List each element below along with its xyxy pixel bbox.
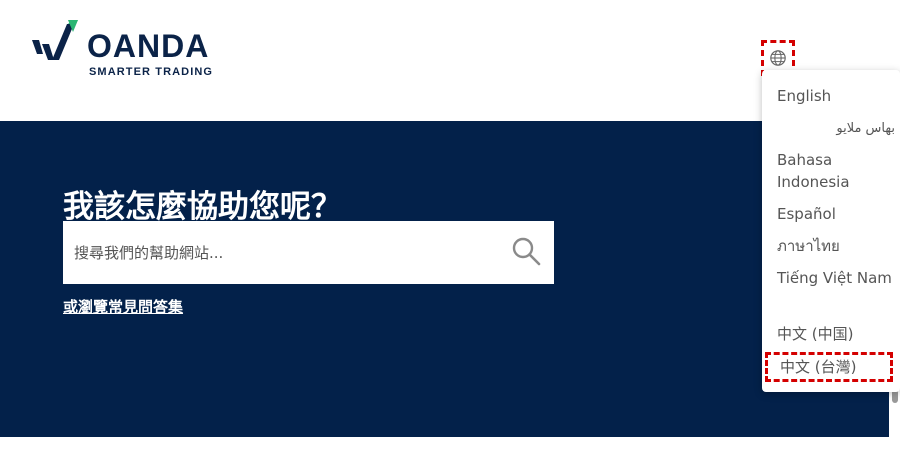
language-option-spanish[interactable]: Español xyxy=(777,203,895,225)
search-icon[interactable] xyxy=(511,236,541,266)
oanda-logo[interactable]: OANDA SMARTER TRADING xyxy=(32,20,232,80)
help-search-box xyxy=(63,221,554,284)
brand-name: OANDA xyxy=(87,28,210,64)
language-option-indonesian[interactable]: Bahasa Indonesia xyxy=(777,149,895,193)
search-input[interactable] xyxy=(63,221,493,284)
oanda-logo-mark-icon xyxy=(32,20,78,60)
browse-faq-link[interactable]: 或瀏覽常見問答集 xyxy=(63,296,183,317)
language-option-thai[interactable]: ภาษาไทย xyxy=(777,235,895,257)
language-option-malay[interactable]: بهاس ملايو xyxy=(777,118,895,140)
language-option-vietnamese[interactable]: Tiếng Việt Nam xyxy=(777,267,895,289)
brand-tagline: SMARTER TRADING xyxy=(89,66,214,78)
language-option-english[interactable]: English xyxy=(777,85,895,107)
language-option-chinese-traditional[interactable]: 中文 (台灣) xyxy=(765,352,893,382)
help-hero-section: 我該怎麼協助您呢？ 或瀏覽常見問答集 xyxy=(0,121,889,437)
globe-icon xyxy=(770,50,786,66)
page-title: 我該怎麼協助您呢？ xyxy=(63,189,342,225)
language-dropdown-menu: English بهاس ملايو Bahasa Indonesia Espa… xyxy=(762,70,900,392)
language-option-chinese-simplified[interactable]: 中文 (中国) xyxy=(777,323,895,345)
